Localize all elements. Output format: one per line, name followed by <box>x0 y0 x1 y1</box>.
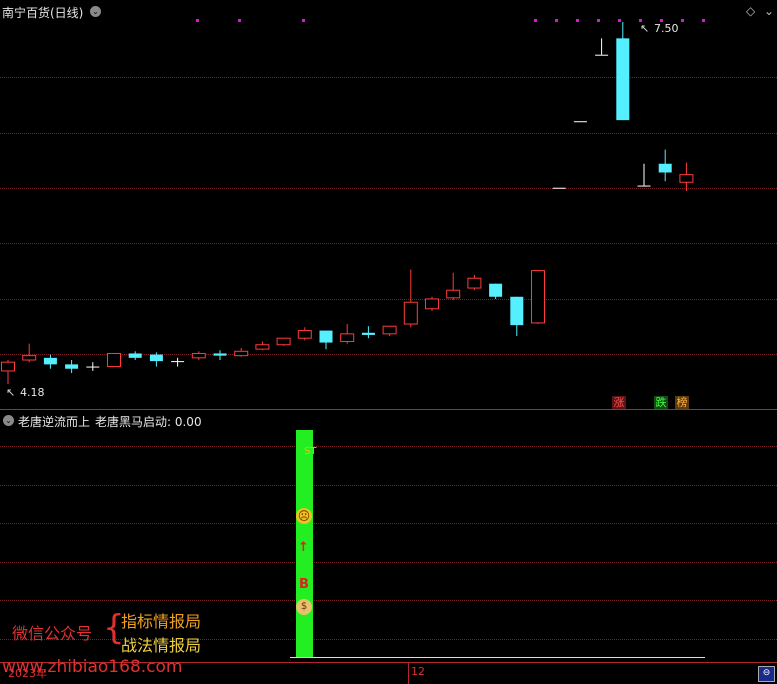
sad-face-icon: ☹ <box>296 508 312 524</box>
candle-body <box>319 330 333 343</box>
money-bag-icon: $ <box>296 599 312 615</box>
month-tick <box>408 663 409 684</box>
candle-body <box>149 354 163 362</box>
candle[interactable] <box>595 38 609 56</box>
candle[interactable] <box>1 360 15 384</box>
candle[interactable] <box>531 270 545 325</box>
candle-body <box>213 353 227 356</box>
candle-body <box>234 350 249 357</box>
low-pointer-icon: ↖ <box>6 386 16 399</box>
candle[interactable] <box>616 22 630 121</box>
candle-body <box>297 330 312 339</box>
candle[interactable] <box>489 283 503 299</box>
candle-body <box>510 296 524 326</box>
candle[interactable] <box>107 352 121 368</box>
candle-body <box>65 364 79 369</box>
up-arrow-icon: ↑ <box>298 540 309 555</box>
candle-body <box>22 355 37 361</box>
candle-body <box>340 333 355 342</box>
grid-line <box>0 446 777 447</box>
st-label: ST <box>304 446 317 457</box>
candle[interactable] <box>679 162 694 192</box>
candle-body <box>1 361 15 372</box>
high-pointer-icon: ↖ <box>640 22 650 35</box>
candle[interactable] <box>510 296 524 337</box>
candle[interactable] <box>276 337 291 346</box>
candle[interactable] <box>213 350 227 361</box>
candle[interactable] <box>361 326 375 339</box>
candle[interactable] <box>446 272 461 301</box>
candle-body <box>467 277 482 289</box>
grid-line <box>0 485 777 486</box>
candle[interactable] <box>403 269 418 328</box>
candle[interactable] <box>467 274 482 291</box>
candle-body <box>171 361 185 363</box>
grid-line <box>0 562 777 563</box>
candle-body <box>573 121 587 123</box>
candle[interactable] <box>637 163 651 187</box>
baseline <box>290 657 705 658</box>
high-price-label: 7.50 <box>654 22 679 35</box>
candle[interactable] <box>86 362 100 371</box>
candle[interactable] <box>191 351 206 361</box>
candle[interactable] <box>382 325 397 337</box>
candle-body <box>658 163 672 173</box>
candle-body <box>382 325 397 335</box>
indicator-title: 老唐逆流而上 <box>18 415 91 429</box>
scroll-button-icon[interactable]: ⊖ <box>758 666 775 682</box>
indicator-value: 老唐黑马启动: 0.00 <box>95 415 202 429</box>
candle[interactable] <box>234 348 249 357</box>
candle-body <box>43 357 57 365</box>
candle[interactable] <box>425 296 439 311</box>
candle-body <box>531 270 545 324</box>
candle-body <box>425 298 439 310</box>
candle[interactable] <box>573 121 587 123</box>
candle-body <box>552 187 566 189</box>
watermark-line1: 指标情报局 <box>121 612 202 631</box>
candle-body <box>107 352 121 368</box>
candle[interactable] <box>297 327 312 341</box>
candle[interactable] <box>340 324 355 344</box>
candle-body <box>191 352 206 359</box>
candle-body <box>637 185 651 187</box>
candle[interactable] <box>43 354 57 369</box>
month-label: 12 <box>411 665 425 678</box>
candle-body <box>276 337 291 346</box>
limit-down-badge[interactable]: 跌 <box>654 396 668 409</box>
candlestick-chart[interactable] <box>0 0 777 410</box>
candle[interactable] <box>171 357 185 367</box>
collapse-icon[interactable]: ⌄ <box>3 415 14 426</box>
candle[interactable] <box>552 187 566 189</box>
candle-body <box>86 366 100 368</box>
candle-body <box>446 289 461 299</box>
candle[interactable] <box>65 360 79 374</box>
candle[interactable] <box>658 149 672 182</box>
indicator-panel[interactable]: ⌄ 老唐逆流而上 老唐黑马启动: 0.00 ST ☹ ↑ B $ 微信公众号 {… <box>0 410 777 662</box>
candle-body <box>616 38 630 121</box>
candle-body <box>361 332 375 335</box>
buy-signal-label: B <box>299 577 309 592</box>
candle-body <box>489 283 503 297</box>
time-axis[interactable]: 2023年 www.zhibiao168.com 12 ⊖ <box>0 657 777 684</box>
candle[interactable] <box>128 351 142 361</box>
limit-up-badge[interactable]: 涨 <box>612 396 626 409</box>
candle-body <box>255 344 270 350</box>
watermark-url: www.zhibiao168.com <box>2 657 183 677</box>
candle[interactable] <box>255 341 270 351</box>
candle-body <box>128 353 142 358</box>
candle-body <box>403 301 418 325</box>
dragon-tiger-badge[interactable]: 榜 <box>675 396 689 409</box>
grid-line <box>0 600 777 601</box>
grid-line <box>0 523 777 524</box>
watermark-line2: 战法情报局 <box>121 636 202 655</box>
candle-body <box>595 54 609 56</box>
candle[interactable] <box>149 352 163 367</box>
candle-body <box>679 174 694 183</box>
candle[interactable] <box>22 343 37 363</box>
price-chart-panel[interactable]: 南宁百货(日线) ⌄ ◇ ⌄ ↖ 7.50 ↖ 4.18 涨 跌 榜 <box>0 0 777 410</box>
wechat-label: 微信公众号 <box>12 624 93 643</box>
candle[interactable] <box>319 330 333 350</box>
low-price-label: 4.18 <box>20 386 45 399</box>
